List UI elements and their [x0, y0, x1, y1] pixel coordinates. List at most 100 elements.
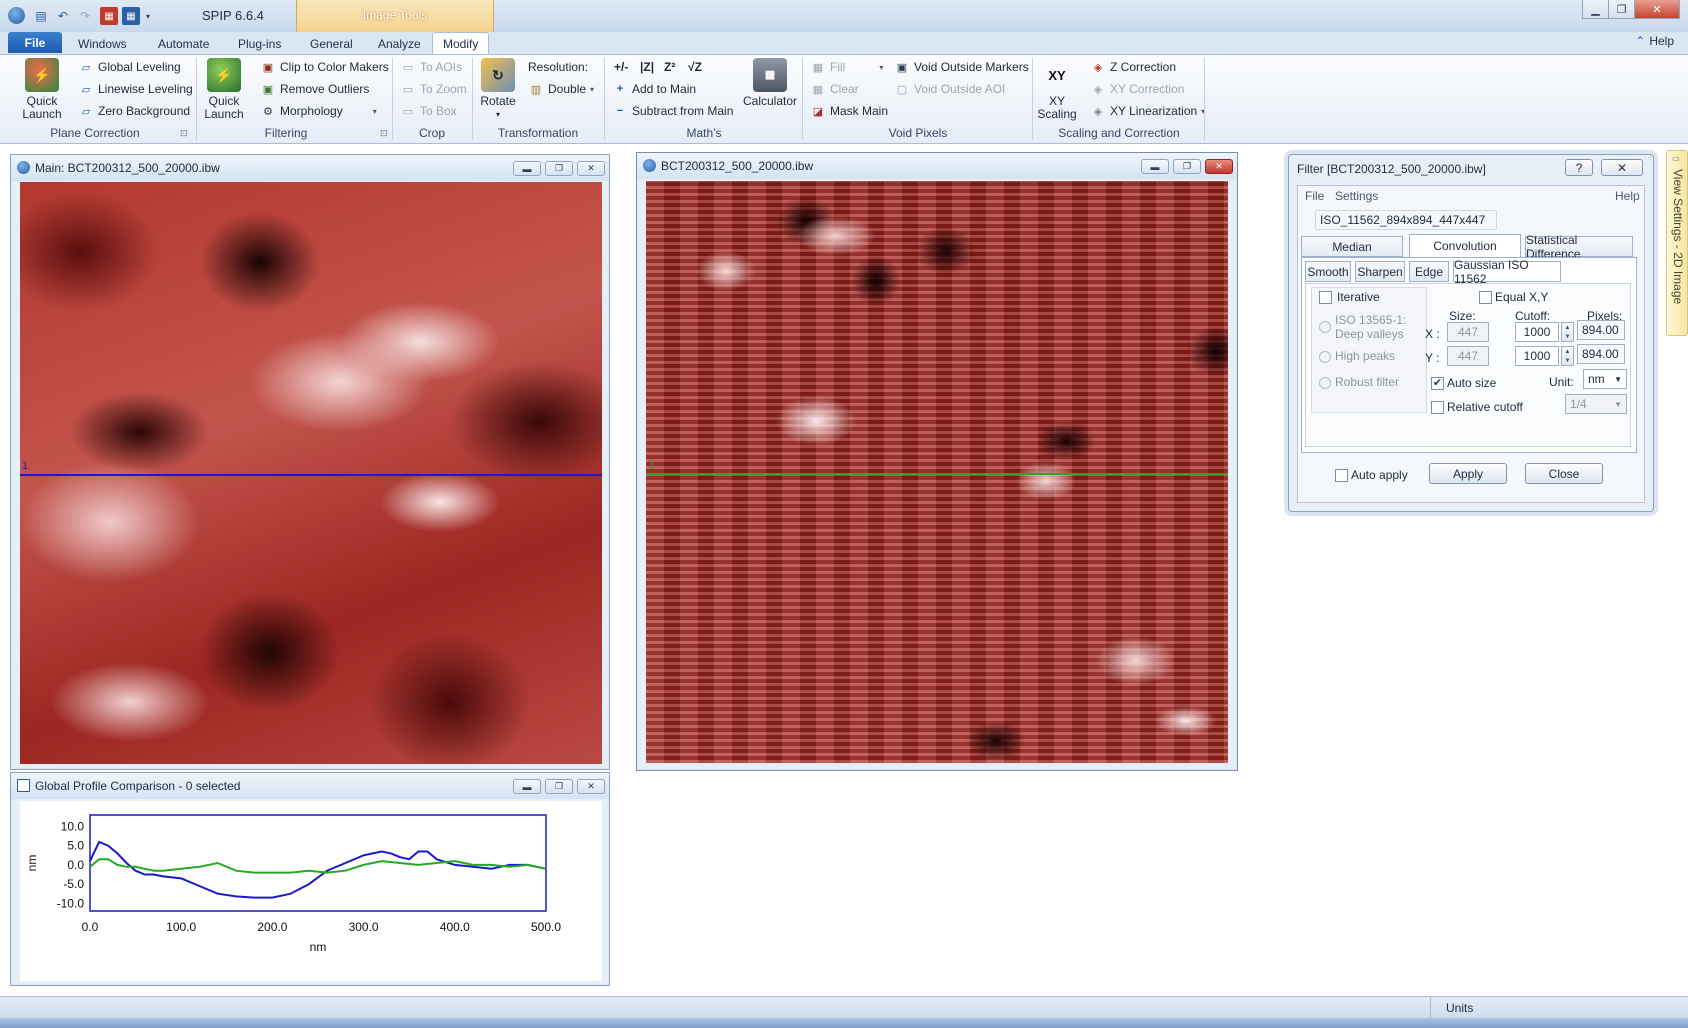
crop-to-zoom-button[interactable]: ▭ To Zoom — [400, 79, 467, 99]
profile-titlebar[interactable]: Global Profile Comparison - 0 selected ▬… — [11, 773, 609, 799]
filtering-dialog-launcher-icon[interactable]: ⊡ — [380, 128, 388, 139]
zero-background-button[interactable]: ▱ Zero Background — [78, 101, 190, 121]
filter-menu-help[interactable]: Help — [1615, 189, 1640, 203]
add-to-main-button[interactable]: + Add to Main — [612, 79, 696, 99]
filtered-image-window[interactable]: BCT200312_500_20000.ibw ▬ ❐ ✕ 1 — [636, 152, 1238, 771]
filter-dialog[interactable]: Filter [BCT200312_500_20000.ibw] ? ✕ Fil… — [1288, 154, 1654, 512]
tab-automate[interactable]: Automate — [148, 32, 219, 55]
clip-to-color-makers-button[interactable]: ▣ Clip to Color Makers — [260, 57, 389, 77]
filter-menu-settings[interactable]: Settings — [1335, 189, 1378, 203]
main-close-button[interactable]: ✕ — [577, 161, 605, 176]
tab-windows[interactable]: Windows — [68, 32, 137, 55]
filtered-image-titlebar[interactable]: BCT200312_500_20000.ibw ▬ ❐ ✕ — [637, 153, 1237, 179]
main-image-titlebar[interactable]: Main: BCT200312_500_20000.ibw ▬ ❐ ✕ — [11, 155, 609, 181]
auto-apply-checkbox[interactable] — [1335, 469, 1348, 482]
filtered-restore-button[interactable]: ❐ — [1173, 159, 1201, 174]
main-image-window[interactable]: Main: BCT200312_500_20000.ibw ▬ ❐ ✕ 1 — [10, 154, 610, 770]
quick-access-dropdown-icon[interactable]: ▾ — [143, 7, 153, 25]
relative-cutoff-checkbox[interactable] — [1431, 401, 1444, 414]
resolution-dropdown[interactable]: ▥ Double ▾ — [528, 79, 594, 99]
subtab-smooth[interactable]: Smooth — [1305, 261, 1351, 282]
cutoff-y-field[interactable]: 1000 — [1515, 346, 1559, 366]
unit-select[interactable]: nm ▼ — [1583, 369, 1627, 389]
filtered-afm-image[interactable]: 1 — [646, 181, 1228, 763]
help-menu[interactable]: ⌃ Help — [1635, 34, 1674, 48]
size-x-field[interactable]: 447 — [1447, 322, 1489, 342]
z-squared-button[interactable]: Z² — [664, 57, 675, 77]
filter-menu-file[interactable]: File — [1305, 189, 1324, 203]
filtered-profile-line[interactable] — [646, 473, 1228, 475]
close-dialog-button[interactable]: Close — [1525, 463, 1603, 484]
crop-to-aois-button[interactable]: ▭ To AOIs — [400, 57, 462, 77]
equal-xy-checkbox[interactable] — [1479, 291, 1492, 304]
radio-high-peaks[interactable] — [1319, 351, 1331, 363]
tab-plug-ins[interactable]: Plug-ins — [228, 32, 291, 55]
main-afm-image[interactable]: 1 — [20, 182, 602, 764]
xy-linearization-button[interactable]: ◈XY Linearization▾ — [1090, 101, 1205, 121]
radio-robust-filter[interactable] — [1319, 377, 1331, 389]
cutoff-y-spinner[interactable]: ▲ ▼ — [1561, 346, 1574, 366]
mask-main-button[interactable]: ◪ Mask Main — [810, 101, 888, 121]
rotate-button[interactable]: ↻ Rotate ▾ — [476, 58, 520, 121]
filter-help-button[interactable]: ? — [1565, 159, 1593, 176]
relative-cutoff-select[interactable]: 1/4 ▼ — [1565, 394, 1627, 414]
iterative-checkbox[interactable] — [1319, 291, 1332, 304]
tab-file[interactable]: File — [8, 32, 62, 53]
cutoff-x-field[interactable]: 1000 — [1515, 322, 1559, 342]
pixels-x-field[interactable]: 894.00 — [1577, 320, 1625, 340]
void-outside-aoi-button[interactable]: ▢ Void Outside AOI — [894, 79, 1006, 99]
tab-analyze[interactable]: Analyze — [368, 32, 431, 55]
filtered-close-button[interactable]: ✕ — [1205, 159, 1233, 174]
profile-close-button[interactable]: ✕ — [577, 779, 605, 794]
profile-restore-button[interactable]: ❐ — [545, 779, 573, 794]
xy-scaling-button[interactable]: XY XY Scaling — [1036, 58, 1078, 121]
filter-preset-field[interactable]: ISO_11562_894x894_447x447 — [1315, 210, 1497, 230]
plane-quick-launch-button[interactable]: ⚡ Quick Launch — [14, 58, 70, 121]
remove-outliers-button[interactable]: ▣ Remove Outliers — [260, 79, 370, 99]
main-profile-line[interactable] — [20, 474, 602, 476]
morphology-button[interactable]: ⚙ Morphology ▾ — [260, 101, 377, 121]
subtab-edge[interactable]: Edge — [1409, 261, 1449, 282]
void-outside-markers-button[interactable]: ▣ Void Outside Markers — [894, 57, 1029, 77]
crop-to-box-button[interactable]: ▭ To Box — [400, 101, 457, 121]
size-y-field[interactable]: 447 — [1447, 346, 1489, 366]
profile-chart[interactable]: 0.0 100.0 200.0 300.0 400.0 500.0 10.0 5.0 0.0 -5… — [20, 801, 602, 981]
open-file-icon[interactable]: ▤ — [32, 7, 50, 25]
grid-layout-icon[interactable]: ▦ — [100, 7, 118, 25]
filtered-minimize-button[interactable]: ▬ — [1141, 159, 1169, 174]
redo-icon[interactable]: ↷ — [76, 7, 94, 25]
subtract-from-main-button[interactable]: − Subtract from Main — [612, 101, 734, 121]
sqrt-z-button[interactable]: √Z — [688, 57, 702, 77]
global-leveling-button[interactable]: ▱ Global Leveling — [78, 57, 181, 77]
profile-comparison-window[interactable]: Global Profile Comparison - 0 selected ▬… — [10, 772, 610, 986]
tab-statistical-difference[interactable]: Statistical Difference — [1525, 233, 1633, 261]
filter-quick-launch-button[interactable]: ⚡ Quick Launch — [198, 58, 250, 121]
subtab-sharpen[interactable]: Sharpen — [1355, 261, 1405, 282]
apply-button[interactable]: Apply — [1429, 463, 1507, 484]
app-logo-icon[interactable] — [8, 7, 25, 24]
minimize-button[interactable]: ▁ — [1582, 0, 1609, 19]
dialog-launcher-icon[interactable]: ⊡ — [180, 128, 188, 139]
filter-close-x-button[interactable]: ✕ — [1601, 159, 1643, 176]
main-restore-button[interactable]: ❐ — [545, 161, 573, 176]
undo-icon[interactable]: ↶ — [54, 7, 72, 25]
plus-minus-button[interactable]: +/- — [614, 57, 628, 77]
tab-median[interactable]: Median — [1301, 236, 1403, 257]
z-correction-button[interactable]: ◈ Z Correction — [1090, 57, 1176, 77]
view-settings-side-panel[interactable]: ▭ View Settings - 2D Image — [1666, 150, 1688, 336]
tab-convolution[interactable]: Convolution — [1409, 234, 1521, 257]
profile-minimize-button[interactable]: ▬ — [513, 779, 541, 794]
tile-windows-icon[interactable]: ▦ — [122, 7, 140, 25]
calculator-button[interactable]: ▦ Calculator — [740, 58, 800, 108]
subtab-gaussian-iso-11562[interactable]: Gaussian ISO 11562 — [1453, 258, 1561, 286]
status-units[interactable]: Units — [1446, 1001, 1473, 1015]
main-minimize-button[interactable]: ▬ — [513, 161, 541, 176]
xy-correction-button[interactable]: ◈ XY Correction — [1090, 79, 1185, 99]
fill-button[interactable]: ▦ Fill ▾ — [810, 57, 884, 77]
linewise-leveling-button[interactable]: ▱ Linewise Leveling — [78, 79, 193, 99]
tab-modify[interactable]: Modify — [432, 32, 490, 55]
cutoff-x-spinner[interactable]: ▲ ▼ — [1561, 322, 1574, 342]
restore-button[interactable]: ❐ — [1608, 0, 1635, 19]
pixels-y-field[interactable]: 894.00 — [1577, 344, 1625, 364]
abs-z-button[interactable]: |Z| — [640, 57, 654, 77]
